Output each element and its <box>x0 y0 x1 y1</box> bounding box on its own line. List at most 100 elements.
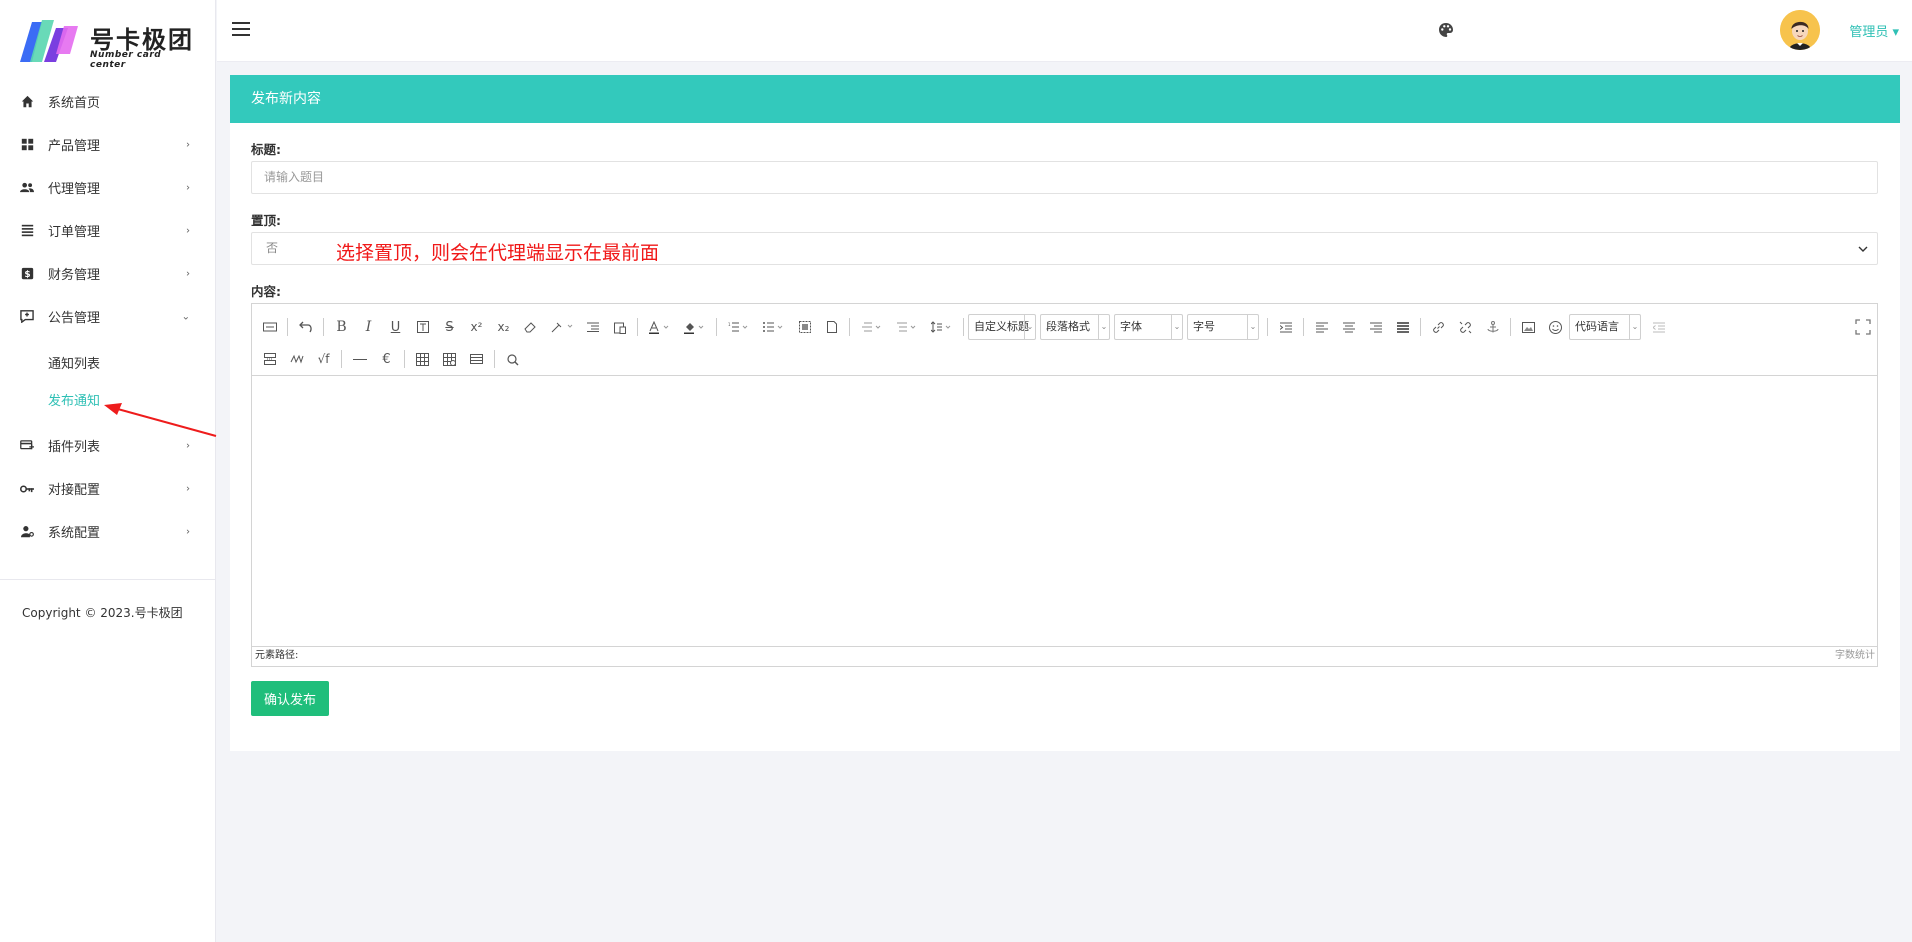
toolbar-separator <box>323 318 324 336</box>
toolbar-separator <box>494 350 495 368</box>
chevron-down-icon: ⌄ <box>1171 315 1182 339</box>
subscript-icon[interactable]: x₂ <box>490 315 517 339</box>
chevron-down-icon <box>1858 233 1868 264</box>
custom-heading-label: 自定义标题 <box>974 320 1029 333</box>
chevron-right-icon: › <box>186 139 190 150</box>
emoji-icon[interactable] <box>1542 315 1569 339</box>
sidebar-item-label: 财务管理 <box>48 268 101 283</box>
source-html-icon[interactable] <box>256 315 283 339</box>
anchor-icon[interactable] <box>1479 315 1506 339</box>
toolbar-separator <box>1420 318 1421 336</box>
sidebar-item-orders[interactable]: 订单管理 › <box>0 209 216 252</box>
key-icon <box>20 482 34 496</box>
align-center-icon[interactable] <box>1335 315 1362 339</box>
svg-text:$: $ <box>24 270 30 280</box>
insert-row-icon[interactable] <box>463 347 490 371</box>
code-language-select[interactable]: 代码语言 ⌄ <box>1569 314 1641 340</box>
link-icon[interactable] <box>1425 315 1452 339</box>
font-size-select[interactable]: 字号 ⌄ <box>1187 314 1259 340</box>
chevron-right-icon: › <box>186 440 190 451</box>
sidebar-item-system-settings[interactable]: 系统配置 › <box>0 510 216 553</box>
paragraph-format-select[interactable]: 段落格式 ⌄ <box>1040 314 1110 340</box>
sidebar-item-finance[interactable]: $ 财务管理 › <box>0 252 216 295</box>
align-justify-icon[interactable] <box>1389 315 1416 339</box>
special-chars-icon[interactable]: € <box>373 347 400 371</box>
sidebar-item-label: 公告管理 <box>48 311 101 326</box>
sidebar-item-integration[interactable]: 对接配置 › <box>0 467 216 510</box>
align-left-icon[interactable] <box>1308 315 1335 339</box>
sidebar-item-announcements[interactable]: 公告管理 ⌄ <box>0 295 216 338</box>
sidebar-item-label: 插件列表 <box>48 440 101 455</box>
sidebar-subitem-notice-list[interactable]: 通知列表 <box>0 344 216 381</box>
italic-icon[interactable]: I <box>355 315 382 339</box>
users-icon <box>20 181 34 195</box>
row-spacing-bottom-icon[interactable] <box>889 315 924 339</box>
top-select-value: 否 <box>266 241 279 255</box>
chevron-right-icon: › <box>186 268 190 279</box>
custom-heading-select[interactable]: 自定义标题 ⌄ <box>968 314 1036 340</box>
eraser-icon[interactable] <box>517 315 544 339</box>
undo-icon[interactable] <box>292 315 319 339</box>
scrawl-icon[interactable] <box>283 347 310 371</box>
toolbar-separator <box>716 318 717 336</box>
confirm-publish-button[interactable]: 确认发布 <box>251 681 329 716</box>
editor-toolbar: B I U S x² x₂ 1 自定义标题 ⌄ 段落格式 ⌄ 字体 ⌄ 字号 ⌄… <box>252 304 1877 376</box>
chevron-down-icon: ⌄ <box>181 311 190 322</box>
align-right-icon[interactable] <box>1362 315 1389 339</box>
row-spacing-top-icon[interactable] <box>854 315 889 339</box>
copyright-text: Copyright © 2023.号卡极团 <box>22 606 183 620</box>
ordered-list-icon[interactable]: 1 <box>721 315 756 339</box>
indent-icon[interactable] <box>1272 315 1299 339</box>
horizontal-rule-icon[interactable] <box>346 347 373 371</box>
clear-doc-icon[interactable] <box>818 315 845 339</box>
chevron-down-icon: ⌄ <box>1024 315 1035 339</box>
table-props-icon[interactable] <box>436 347 463 371</box>
page-break-icon[interactable] <box>256 347 283 371</box>
font-color-icon[interactable] <box>642 315 677 339</box>
announcement-icon <box>20 310 34 324</box>
publish-panel: 发布新内容 标题: 请输入题目 置顶: 否 选择置顶，则会在代理端显示在最前面 … <box>230 75 1900 751</box>
bold-icon[interactable]: B <box>328 315 355 339</box>
unlink-icon[interactable] <box>1452 315 1479 339</box>
select-all-icon[interactable] <box>791 315 818 339</box>
strikethrough-icon[interactable]: S <box>436 315 463 339</box>
brand-logo[interactable]: 号卡极团 Number card center <box>18 14 198 70</box>
format-painter-icon[interactable] <box>544 315 579 339</box>
toolbar-separator <box>287 318 288 336</box>
sidebar-item-home[interactable]: 系统首页 <box>0 80 216 123</box>
paste-text-icon[interactable] <box>606 315 633 339</box>
sidebar-item-products[interactable]: 产品管理 › <box>0 123 216 166</box>
chevron-right-icon: › <box>186 182 190 193</box>
user-menu[interactable]: 管理员 ▾ <box>1849 21 1899 40</box>
blockquote-icon[interactable] <box>579 315 606 339</box>
user-avatar[interactable] <box>1780 10 1820 50</box>
palette-icon[interactable] <box>1438 22 1454 38</box>
formula-icon[interactable]: √f <box>310 347 337 371</box>
unordered-list-icon[interactable] <box>756 315 791 339</box>
font-family-select[interactable]: 字体 ⌄ <box>1114 314 1183 340</box>
chevron-down-icon: ⌄ <box>1098 315 1109 339</box>
editor-content-area[interactable] <box>252 376 1877 646</box>
outdent-disabled-icon[interactable] <box>1645 315 1672 339</box>
insert-table-icon[interactable] <box>409 347 436 371</box>
sidebar-divider <box>0 579 216 580</box>
top-header: 管理员 ▾ <box>217 0 1912 62</box>
line-height-icon[interactable] <box>924 315 959 339</box>
search-replace-icon[interactable] <box>499 347 526 371</box>
sidebar-item-agents[interactable]: 代理管理 › <box>0 166 216 209</box>
toolbar-separator <box>404 350 405 368</box>
text-border-icon[interactable] <box>409 315 436 339</box>
toolbar-separator <box>341 350 342 368</box>
editor-statusbar: 元素路径: 字数统计 <box>252 646 1877 666</box>
image-icon[interactable] <box>1515 315 1542 339</box>
element-path: 元素路径: <box>255 650 299 661</box>
title-input[interactable]: 请输入题目 <box>251 161 1878 194</box>
word-count: 字数统计 <box>1835 650 1875 661</box>
superscript-icon[interactable]: x² <box>463 315 490 339</box>
panel-title: 发布新内容 <box>230 75 1900 123</box>
menu-toggle-icon[interactable] <box>232 22 250 36</box>
background-color-icon[interactable] <box>677 315 712 339</box>
fullscreen-icon[interactable] <box>1855 319 1871 335</box>
toolbar-separator <box>1303 318 1304 336</box>
underline-icon[interactable]: U <box>382 315 409 339</box>
